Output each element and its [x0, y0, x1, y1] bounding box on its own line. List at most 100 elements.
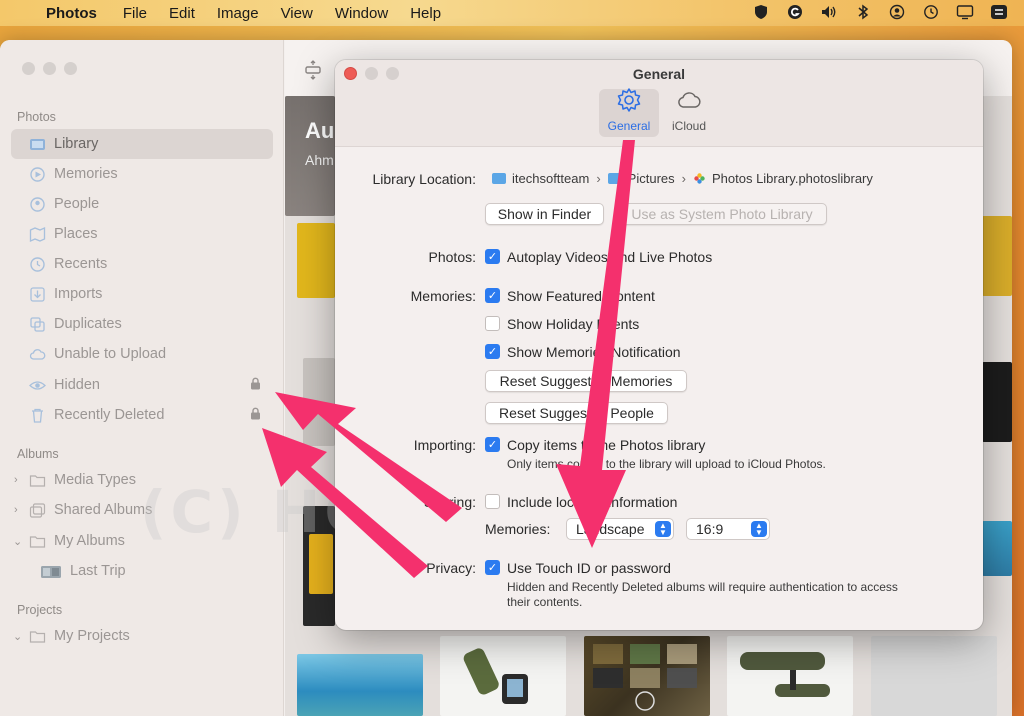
dialog-title: General	[632, 66, 686, 82]
show-in-finder-button[interactable]: Show in Finder	[485, 203, 604, 225]
chevron-right-icon[interactable]: ›	[14, 474, 18, 486]
section-albums: Albums	[17, 447, 59, 461]
sidebar-item-recents[interactable]: Recents	[11, 249, 273, 279]
memories-notification-checkbox[interactable]	[485, 344, 500, 359]
memories-icon	[29, 166, 46, 183]
sidebar-item-label: Recents	[54, 256, 108, 272]
sidebar-item-shared-albums[interactable]: › Shared Albums	[11, 495, 273, 525]
chevron-right-icon[interactable]: ›	[14, 504, 18, 516]
sidebar-item-memories[interactable]: Memories	[11, 159, 273, 189]
photo-thumbnail[interactable]	[982, 362, 1012, 442]
sidebar-item-label: Duplicates	[54, 316, 122, 332]
menu-help[interactable]: Help	[410, 5, 441, 22]
sidebar-item-places[interactable]: Places	[11, 219, 273, 249]
folder-icon	[29, 628, 46, 645]
sidebar-item-people[interactable]: People	[11, 189, 273, 219]
sidebar-item-my-projects[interactable]: ⌄ My Projects	[11, 621, 273, 651]
menu-image[interactable]: Image	[217, 5, 259, 22]
touch-id-label: Use Touch ID or password	[507, 560, 671, 576]
volume-icon[interactable]	[820, 3, 838, 21]
general-preferences-dialog: General General iCloud Library Location:…	[335, 60, 983, 630]
birds-collage-image	[593, 644, 697, 711]
sidebar-item-my-albums[interactable]: ⌄ My Albums	[11, 526, 273, 556]
sidebar-item-media-types[interactable]: › Media Types	[11, 465, 273, 495]
featured-content-checkbox[interactable]	[485, 288, 500, 303]
copy-items-checkbox[interactable]	[485, 437, 500, 452]
display-icon[interactable]	[956, 3, 974, 21]
imports-icon	[29, 286, 46, 303]
sidebar-item-last-trip[interactable]: Last Trip	[11, 556, 273, 586]
sharing-label: Sharing:	[423, 494, 476, 510]
tab-icloud[interactable]: iCloud	[659, 89, 719, 137]
window-controls	[22, 62, 77, 75]
reset-suggested-people-button[interactable]: Reset Suggested People	[485, 402, 668, 424]
privacy-note-line-1: Hidden and Recently Deleted albums will …	[507, 580, 898, 594]
chevron-down-icon[interactable]: ⌄	[13, 630, 22, 643]
library-subtitle: Ahm	[305, 152, 334, 168]
close-button[interactable]	[22, 62, 35, 75]
path-control[interactable]: itechsoftteam › Pictures › Photos Librar…	[492, 171, 873, 186]
zoom-button[interactable]	[64, 62, 77, 75]
grammarly-icon[interactable]	[786, 3, 804, 21]
stepper-chevrons-icon: ▲ ▼	[751, 521, 767, 537]
sidebar-item-imports[interactable]: Imports	[11, 279, 273, 309]
library-location-label: Library Location:	[372, 171, 476, 187]
photo-thumbnail[interactable]	[297, 223, 335, 298]
minimize-button[interactable]	[43, 62, 56, 75]
menu-window[interactable]: Window	[335, 5, 388, 22]
orientation-select[interactable]: Landscape ▲ ▼	[566, 518, 674, 540]
control-center-icon[interactable]	[990, 3, 1008, 21]
autoplay-checkbox[interactable]	[485, 249, 500, 264]
reset-suggested-memories-button[interactable]: Reset Suggested Memories	[485, 370, 687, 392]
sidebar-item-duplicates[interactable]: Duplicates	[11, 309, 273, 339]
dialog-toolbar: General General iCloud	[335, 60, 983, 147]
bluetooth-icon[interactable]	[854, 3, 872, 21]
time-machine-icon[interactable]	[922, 3, 940, 21]
lock-icon	[250, 377, 261, 393]
section-projects: Projects	[17, 603, 63, 617]
photo-thumbnail[interactable]	[303, 358, 335, 446]
shared-albums-icon	[29, 502, 46, 519]
photo-thumbnail[interactable]	[982, 521, 1012, 576]
include-location-checkbox[interactable]	[485, 494, 500, 509]
tab-label: General	[607, 119, 651, 133]
featured-content-label: Show Featured Content	[507, 288, 655, 304]
sidebar-item-unable-to-upload[interactable]: Unable to Upload	[11, 339, 273, 369]
use-as-system-library-button[interactable]: Use as System Photo Library	[617, 203, 827, 225]
menu-app-photos[interactable]: Photos	[46, 5, 97, 22]
chevron-down-icon[interactable]: ⌄	[13, 535, 22, 548]
folder-icon	[29, 533, 46, 550]
recents-icon	[29, 256, 46, 273]
sidebar-item-hidden[interactable]: Hidden	[11, 370, 273, 400]
holiday-events-checkbox[interactable]	[485, 316, 500, 331]
library-icon	[29, 136, 46, 153]
sidebar-item-label: Library	[54, 136, 99, 152]
sidebar-item-label: Last Trip	[70, 563, 126, 579]
photo-thumbnail[interactable]	[982, 216, 1012, 296]
photo-thumbnail[interactable]	[871, 636, 997, 716]
shield-icon[interactable]	[752, 3, 770, 21]
sidebar-item-library[interactable]: Library	[11, 129, 273, 159]
tab-label: iCloud	[671, 119, 707, 133]
photos-label: Photos:	[428, 249, 476, 265]
sidebar-item-label: Places	[54, 226, 98, 242]
path-separator: ›	[681, 171, 686, 186]
spotting-scope-image	[463, 648, 528, 704]
path-segment: Photos Library.photoslibrary	[711, 171, 873, 186]
photo-thumbnail[interactable]	[297, 654, 423, 716]
resize-toggle-icon[interactable]	[303, 60, 323, 80]
tab-general[interactable]: General	[599, 88, 659, 137]
aspect-ratio-select[interactable]: 16:9 ▲ ▼	[686, 518, 770, 540]
touch-id-checkbox[interactable]	[485, 560, 500, 575]
sidebar-item-recently-deleted[interactable]: Recently Deleted	[11, 400, 273, 430]
holiday-events-label: Show Holiday Events	[507, 316, 640, 332]
autoplay-label: Autoplay Videos and Live Photos	[507, 249, 713, 265]
photo-thumbnail[interactable]	[309, 534, 333, 594]
importing-label: Importing:	[413, 437, 476, 453]
orientation-value: Landscape	[576, 521, 645, 537]
menu-view[interactable]: View	[281, 5, 313, 22]
sidebar-item-label: Memories	[54, 166, 118, 182]
user-icon[interactable]	[888, 3, 906, 21]
menu-file[interactable]: File	[123, 5, 147, 22]
menu-edit[interactable]: Edit	[169, 5, 195, 22]
